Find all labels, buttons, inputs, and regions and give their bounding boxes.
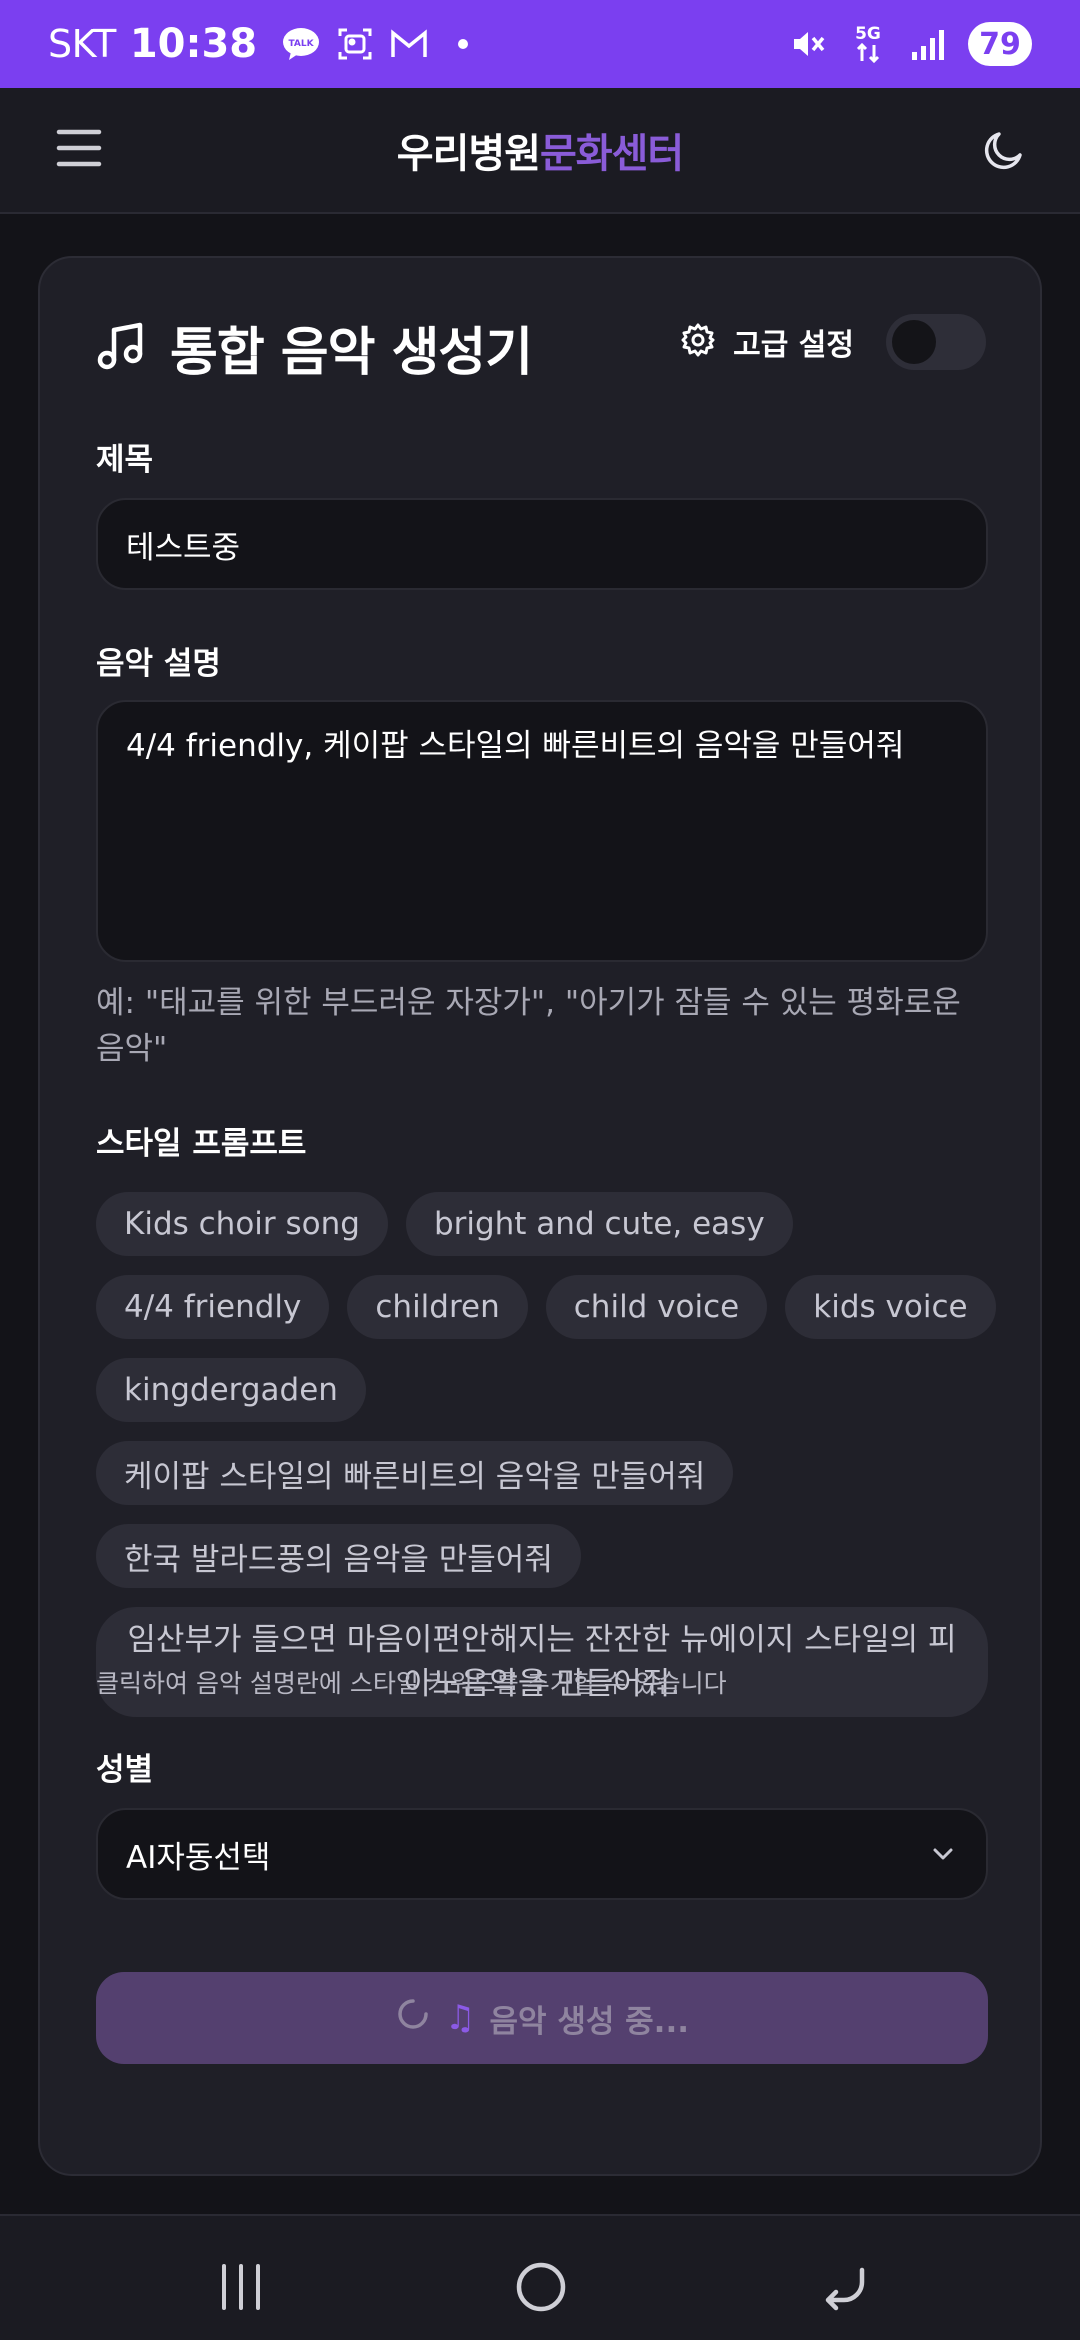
- style-chip[interactable]: kingdergaden: [96, 1358, 366, 1422]
- chevron-down-icon: [928, 1839, 958, 1869]
- description-hint: 예: "태교를 위한 부드러운 자장가", "아기가 잠들 수 있는 평화로운 …: [96, 985, 961, 1067]
- style-chip[interactable]: kids voice: [785, 1275, 996, 1339]
- advanced-settings: 고급 설정: [681, 314, 986, 370]
- gmail-icon: [389, 24, 429, 64]
- style-chip[interactable]: bright and cute, easy: [405, 1192, 793, 1256]
- gender-select-value: AI자동선택: [126, 1839, 271, 1876]
- recent-apps-icon[interactable]: [214, 2260, 268, 2314]
- style-chip[interactable]: Kids choir song: [96, 1192, 388, 1256]
- music-note-icon: [96, 320, 148, 376]
- advanced-settings-toggle[interactable]: [886, 314, 986, 370]
- svg-text:5G: 5G: [855, 24, 881, 44]
- generate-button-label: 음악 생성 중...: [489, 2003, 689, 2040]
- talk-icon: TALK: [281, 24, 321, 64]
- description-textarea[interactable]: 4/4 friendly, 케이팝 스타일의 빠른비트의 음악을 만들어줘: [96, 700, 988, 962]
- carrier-label: SKT: [48, 22, 116, 66]
- gallery-icon: [335, 24, 375, 64]
- description-textarea-value: 4/4 friendly, 케이팝 스타일의 빠른비트의 음악을 만들어줘: [126, 728, 905, 764]
- title-input[interactable]: 테스트중: [96, 498, 988, 590]
- title-input-value: 테스트중: [126, 529, 241, 566]
- back-icon[interactable]: [818, 2260, 872, 2314]
- generate-music-button[interactable]: ♫ 음악 생성 중...: [96, 1972, 988, 2064]
- style-chip[interactable]: children: [347, 1275, 528, 1339]
- 5g-icon: 5G: [848, 24, 888, 64]
- hamburger-menu-icon[interactable]: [56, 128, 102, 172]
- card-title: 통합 음악 생성기: [170, 323, 533, 383]
- style-chip[interactable]: 임산부가 들으면 마음이편안해지는 잔잔한 뉴에이지 스타일의 피아노음악을 만…: [96, 1607, 988, 1717]
- card-header: 통합 음악 생성기: [96, 310, 533, 385]
- gender-label: 성별: [96, 1752, 154, 1788]
- music-note-emoji-icon: ♫: [445, 1998, 476, 2038]
- status-bar: SKT 10:38 TALK 5G 79: [0, 0, 1080, 88]
- music-generator-card: 통합 음악 생성기 고급 설정 제목 테스트중 음악 설명 4/4 friend…: [38, 256, 1042, 2176]
- brand-name-accent: 문화센터: [540, 131, 684, 177]
- loading-spinner-icon: [395, 1996, 431, 2040]
- style-chip-list: Kids choir song bright and cute, easy 4/…: [96, 1192, 996, 1717]
- style-chip[interactable]: 한국 발라드풍의 음악을 만들어줘: [96, 1524, 581, 1588]
- advanced-settings-label: 고급 설정: [733, 328, 854, 363]
- home-icon[interactable]: [514, 2260, 568, 2314]
- style-chip[interactable]: child voice: [545, 1275, 768, 1339]
- description-label: 음악 설명: [96, 646, 221, 682]
- style-prompt-label: 스타일 프롬프트: [96, 1126, 307, 1162]
- clock: 10:38: [129, 21, 258, 67]
- gear-icon: [681, 323, 715, 361]
- battery-icon: 79: [968, 22, 1032, 66]
- brand-logo[interactable]: 우리병원문화센터: [396, 121, 684, 179]
- signal-icon: [908, 24, 948, 64]
- style-chip[interactable]: 4/4 friendly: [96, 1275, 330, 1339]
- gender-select[interactable]: AI자동선택: [96, 1808, 988, 1900]
- toggle-knob: [892, 320, 936, 364]
- system-nav-bar: [0, 2214, 1080, 2340]
- style-chip[interactable]: 케이팝 스타일의 빠른비트의 음악을 만들어줘: [96, 1441, 734, 1505]
- brand-name-primary: 우리병원: [396, 131, 541, 177]
- dot-icon: [443, 24, 483, 64]
- title-label: 제목: [96, 442, 154, 478]
- style-prompt-hint: 클릭하여 음악 설명란에 스타일 키워드를 추가할 수 있습니다: [96, 1669, 727, 1698]
- mute-icon: [788, 24, 828, 64]
- svg-text:TALK: TALK: [289, 39, 315, 49]
- moon-icon[interactable]: [982, 128, 1026, 172]
- app-header: 우리병원문화센터: [0, 88, 1080, 214]
